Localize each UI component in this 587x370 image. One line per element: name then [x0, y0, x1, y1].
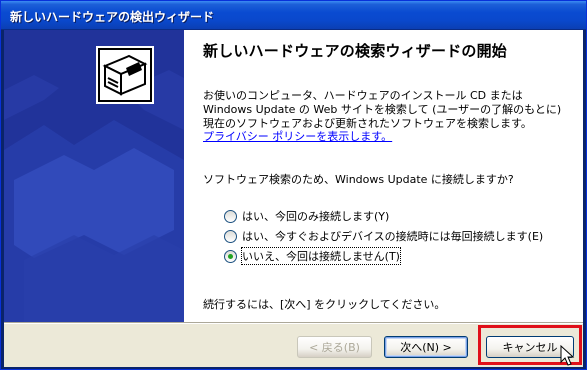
title-bar[interactable]: 新しいハードウェアの検出ウィザード	[1, 1, 586, 30]
wizard-side-panel	[4, 30, 184, 322]
continue-instruction: 続行するには、[次へ] をクリックしてください。	[203, 298, 446, 311]
description-text: お使いのコンピュータ、ハードウェアのインストール CD または Windows …	[203, 89, 562, 130]
option-connect-always[interactable]: はい、今すぐおよびデバイスの接続時には毎回接続します(E)	[224, 226, 543, 246]
hardware-box-icon	[96, 46, 154, 104]
wizard-window: 新しいハードウェアの検出ウィザード 新しいハードウェアの検索ウィザードの開始 お…	[0, 0, 587, 370]
option-label: はい、今すぐおよびデバイスの接続時には毎回接続します(E)	[242, 230, 544, 243]
wizard-client-area: 新しいハードウェアの検索ウィザードの開始 お使いのコンピュータ、ハードウェアのイ…	[4, 30, 583, 367]
radio-button-selected[interactable]	[224, 249, 237, 263]
wizard-content: 新しいハードウェアの検索ウィザードの開始 お使いのコンピュータ、ハードウェアのイ…	[184, 30, 583, 322]
next-button[interactable]: 次へ(N) >	[384, 336, 468, 358]
connect-options: はい、今回のみ接続します(Y) はい、今すぐおよびデバイスの接続時には毎回接続し…	[224, 206, 543, 266]
option-do-not-connect[interactable]: いいえ、今回は接続しません(T)	[224, 246, 543, 266]
option-connect-once[interactable]: はい、今回のみ接続します(Y)	[224, 206, 543, 226]
back-button[interactable]: < 戻る(B)	[297, 336, 372, 358]
window-title: 新しいハードウェアの検出ウィザード	[10, 10, 215, 24]
radio-button[interactable]	[224, 229, 237, 243]
option-label: いいえ、今回は接続しません(T)	[241, 247, 401, 265]
connect-question: ソフトウェア検索のため、Windows Update に接続しますか?	[203, 173, 514, 186]
option-label: はい、今回のみ接続します(Y)	[242, 210, 390, 223]
page-heading: 新しいハードウェアの検索ウィザードの開始	[203, 42, 508, 60]
side-panel-graphic	[4, 30, 184, 322]
privacy-policy-link[interactable]: プライバシー ポリシーを表示します。	[203, 128, 392, 144]
cancel-button[interactable]: キャンセル	[486, 336, 574, 358]
radio-button[interactable]	[224, 209, 237, 223]
button-separator	[4, 322, 583, 324]
